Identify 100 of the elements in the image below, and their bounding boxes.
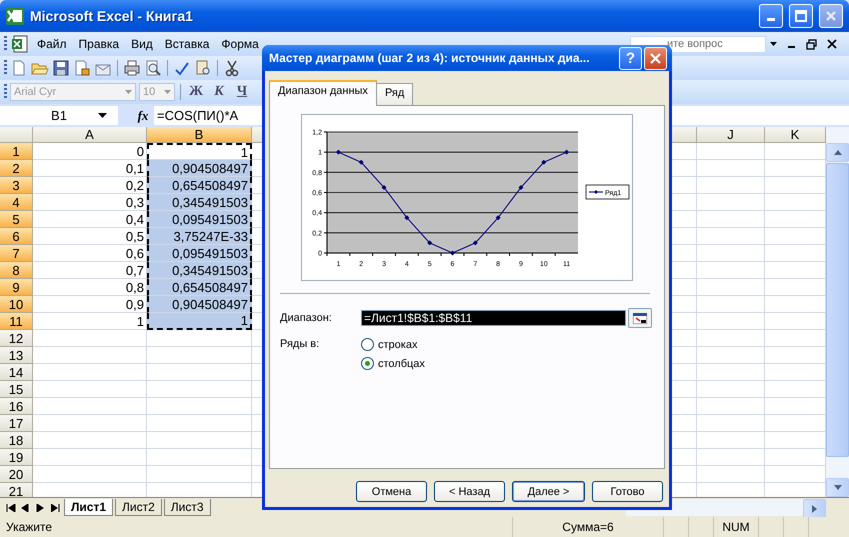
row-header[interactable]: 21: [0, 483, 33, 497]
arrow-right-icon: [812, 504, 817, 512]
row-header[interactable]: 7: [0, 245, 33, 262]
restore-icon[interactable]: [806, 38, 817, 50]
column-header[interactable]: B: [147, 127, 252, 143]
scroll-thumb[interactable]: [826, 163, 849, 457]
collapse-dialog-button[interactable]: [628, 308, 652, 328]
previous-sheet-button[interactable]: [20, 504, 30, 512]
row-header[interactable]: 11: [0, 313, 33, 330]
next-sheet-button[interactable]: [36, 504, 46, 512]
table-cell: [697, 313, 765, 330]
radio-button[interactable]: [361, 357, 374, 370]
format-button[interactable]: К: [209, 84, 229, 100]
row-header[interactable]: 16: [0, 398, 33, 415]
menu-item[interactable]: Файл: [33, 35, 71, 53]
legend-marker-icon: [588, 190, 604, 194]
radio-button[interactable]: [361, 338, 374, 351]
dialog-button[interactable]: Далее >: [512, 481, 585, 502]
format-button[interactable]: Ж: [186, 84, 206, 100]
function-label[interactable]: fx: [132, 108, 154, 124]
sheet-tab[interactable]: Лист1: [64, 499, 114, 516]
sheet-tab[interactable]: Лист2: [115, 499, 162, 516]
row-header[interactable]: 20: [0, 466, 33, 483]
maximize-icon: [795, 10, 807, 22]
dialog-button[interactable]: < Назад: [434, 481, 505, 502]
table-cell: [697, 160, 765, 177]
dialog-tab[interactable]: Ряд: [376, 83, 414, 105]
data-point: [336, 150, 341, 155]
table-cell: 0,654508497: [147, 279, 252, 296]
row-header[interactable]: 4: [0, 194, 33, 211]
table-cell: [697, 228, 765, 245]
minimize-button[interactable]: [759, 4, 783, 28]
status-message: Укажите: [5, 519, 54, 536]
radio-label[interactable]: столбцах: [378, 358, 425, 370]
sheet-tab[interactable]: Лист3: [164, 499, 211, 516]
table-cell: [697, 449, 765, 466]
data-point: [496, 215, 501, 220]
row-header[interactable]: 18: [0, 432, 33, 449]
row-header[interactable]: 13: [0, 347, 33, 364]
row-header[interactable]: 6: [0, 228, 33, 245]
num-lock-indicator: NUM: [722, 520, 750, 534]
table-cell: [697, 398, 765, 415]
data-point: [450, 250, 455, 256]
row-header[interactable]: 5: [0, 211, 33, 228]
row-header[interactable]: 2: [0, 160, 33, 177]
column-header[interactable]: K: [765, 127, 826, 143]
first-sheet-button[interactable]: [6, 504, 16, 512]
menu-item[interactable]: Вставка: [160, 35, 214, 53]
workbook-icon[interactable]: [11, 35, 29, 53]
menu-item[interactable]: Форма: [217, 35, 263, 53]
row-header[interactable]: 14: [0, 364, 33, 381]
dialog-button[interactable]: Отмена: [356, 481, 427, 502]
research-icon[interactable]: [194, 59, 212, 77]
row-header[interactable]: 9: [0, 279, 33, 296]
dialog-tab[interactable]: Диапазон данных: [269, 80, 377, 106]
dialog-title: Мастер диаграмм (шаг 2 из 4): источник данных диа...: [269, 51, 591, 65]
scroll-up-button[interactable]: [826, 143, 849, 162]
range-field[interactable]: =Лист1!$B$1:$B$11: [361, 310, 626, 326]
close-icon[interactable]: [827, 39, 837, 49]
table-cell: 3,75247E-33: [147, 228, 252, 245]
column-header[interactable]: J: [697, 127, 765, 143]
close-button[interactable]: [644, 46, 667, 70]
menu-item[interactable]: Вид: [127, 35, 157, 53]
row-header[interactable]: 8: [0, 262, 33, 279]
name-box[interactable]: B1: [0, 106, 118, 125]
scissors-icon[interactable]: [223, 59, 241, 77]
table-cell: 0: [33, 143, 147, 160]
save-icon[interactable]: [52, 59, 70, 77]
table-cell: [697, 296, 765, 313]
table-cell: [697, 245, 765, 262]
row-header[interactable]: 19: [0, 449, 33, 466]
scroll-right-button[interactable]: [803, 499, 826, 518]
data-point: [382, 184, 387, 190]
dropdown-arrow-icon[interactable]: [98, 113, 107, 118]
maximize-button[interactable]: [789, 4, 813, 28]
row-header[interactable]: 1: [0, 143, 33, 160]
row-header[interactable]: 17: [0, 415, 33, 432]
radio-label[interactable]: строках: [378, 338, 418, 350]
data-point: [404, 215, 410, 220]
printer-icon[interactable]: [123, 59, 141, 77]
row-header[interactable]: 15: [0, 381, 33, 398]
permission-icon[interactable]: [73, 59, 91, 77]
print-preview-icon[interactable]: [144, 59, 162, 77]
last-sheet-button[interactable]: [50, 504, 60, 512]
format-button[interactable]: Ч: [232, 84, 252, 100]
row-header[interactable]: 3: [0, 177, 33, 194]
column-header[interactable]: A: [33, 127, 147, 143]
row-header[interactable]: 12: [0, 330, 33, 347]
table-cell: 0,095491503: [147, 245, 252, 262]
menu-item[interactable]: Правка: [74, 35, 124, 53]
table-cell: [697, 347, 765, 364]
table-cell: [697, 279, 765, 296]
dropdown-arrow-icon[interactable]: [770, 42, 777, 46]
chart-legend: [586, 184, 630, 200]
dialog-button[interactable]: Готово: [592, 481, 663, 502]
scroll-down-button[interactable]: [826, 478, 849, 497]
table-cell: 1: [147, 313, 252, 330]
row-header[interactable]: 10: [0, 296, 33, 313]
table-cell: [697, 262, 765, 279]
close-button[interactable]: [819, 4, 843, 28]
